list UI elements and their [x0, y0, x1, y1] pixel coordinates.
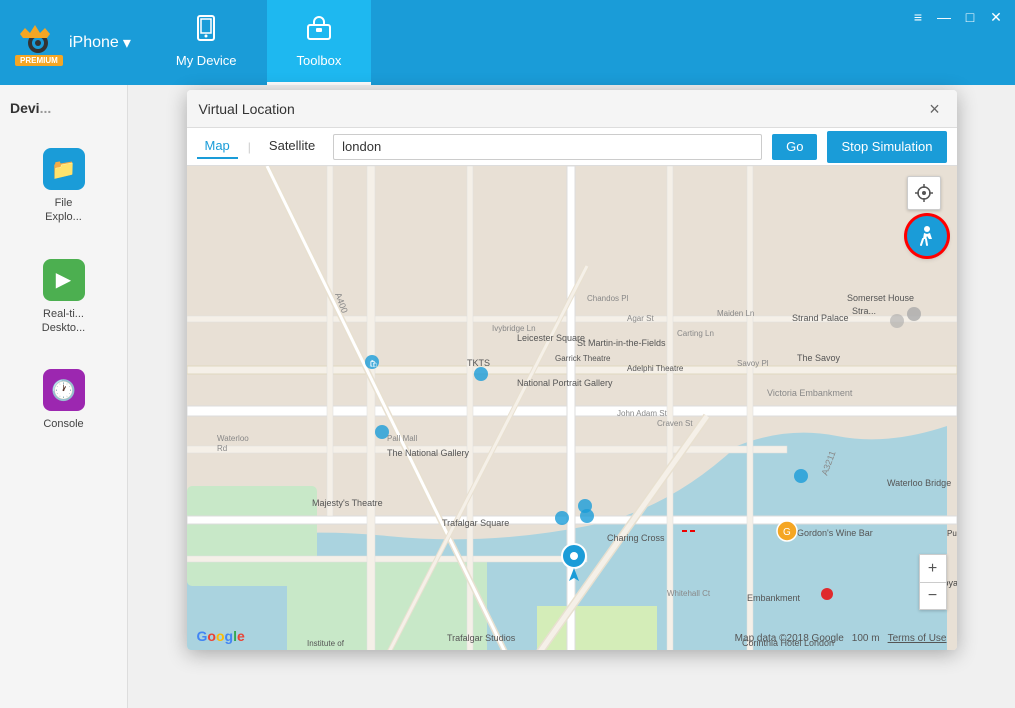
svg-text:Carting Ln: Carting Ln: [677, 329, 714, 338]
stop-simulation-button[interactable]: Stop Simulation: [827, 131, 946, 163]
app-logo[interactable]: Premium iPhone ▾: [0, 0, 146, 85]
file-explorer-icon: 📁: [43, 148, 85, 190]
modal-header: Virtual Location ×: [187, 90, 957, 128]
tab-map[interactable]: Map: [197, 134, 238, 159]
svg-text:Trafalgar Studios: Trafalgar Studios: [447, 633, 516, 643]
svg-text:🛍: 🛍: [369, 359, 378, 368]
toolbox-icon: [305, 14, 333, 48]
terms-link[interactable]: Terms of Use: [888, 633, 947, 644]
tab-separator: |: [248, 140, 251, 154]
sidebar-item-console[interactable]: 🕐 Console: [6, 357, 121, 443]
console-icon: 🕐: [43, 369, 85, 411]
search-input[interactable]: [333, 134, 762, 160]
zoom-controls: + −: [919, 554, 947, 610]
premium-badge: Premium: [15, 55, 63, 66]
scale-label: 100 m: [852, 633, 880, 644]
nav-my-device-label: My Device: [176, 53, 237, 68]
svg-text:Savoy Pl: Savoy Pl: [737, 359, 769, 368]
tab-satellite[interactable]: Satellite: [261, 134, 323, 159]
walk-mode-button[interactable]: [907, 216, 947, 256]
minimize-button[interactable]: —: [935, 8, 953, 26]
menu-button[interactable]: ≡: [909, 8, 927, 26]
sidebar-title: Devi...: [0, 100, 127, 126]
svg-text:Leicester Square: Leicester Square: [517, 333, 585, 343]
svg-text:The Savoy: The Savoy: [797, 353, 841, 363]
svg-text:Maiden Ln: Maiden Ln: [717, 309, 754, 318]
modal-overlay: Virtual Location × Map | Satellite Go St…: [128, 85, 1015, 708]
maximize-button[interactable]: □: [961, 8, 979, 26]
map-data-text: Map data ©2018 Google: [735, 633, 844, 644]
svg-text:Somerset House: Somerset House: [847, 293, 914, 303]
svg-text:National Portrait Gallery: National Portrait Gallery: [517, 378, 613, 388]
map-area[interactable]: A400 A3211 Waterloo Rd Pall Mall Carting…: [187, 166, 957, 650]
svg-text:Purcell Roo...: Purcell Roo...: [947, 529, 957, 538]
zoom-in-button[interactable]: +: [919, 554, 947, 582]
zoom-out-button[interactable]: −: [919, 582, 947, 610]
svg-text:TKTS: TKTS: [467, 358, 490, 368]
map-attribution: Map data ©2018 Google 100 m Terms of Use: [735, 633, 947, 644]
locate-button[interactable]: [907, 176, 941, 210]
nav-my-device[interactable]: My Device: [146, 0, 267, 85]
virtual-location-modal: Virtual Location × Map | Satellite Go St…: [187, 90, 957, 650]
svg-text:Contemporary Arts: Contemporary Arts: [299, 649, 366, 650]
svg-text:Stra...: Stra...: [852, 306, 876, 316]
svg-text:Pall Mall: Pall Mall: [387, 434, 417, 443]
svg-text:Trafalgar Square: Trafalgar Square: [442, 518, 509, 528]
svg-text:Rd: Rd: [217, 444, 227, 453]
real-time-label: Real-ti...Deskto...: [42, 307, 85, 336]
svg-text:Embankment: Embankment: [747, 593, 801, 603]
modal-close-button[interactable]: ×: [925, 99, 945, 119]
svg-text:Victoria Embankment: Victoria Embankment: [767, 388, 853, 398]
svg-text:Strand Palace: Strand Palace: [792, 313, 849, 323]
svg-text:Agar St: Agar St: [627, 314, 654, 323]
svg-text:Whitehall Ct: Whitehall Ct: [667, 589, 711, 598]
svg-text:Waterloo: Waterloo: [217, 434, 249, 443]
modal-title: Virtual Location: [199, 101, 295, 117]
svg-text:Chandos Pl: Chandos Pl: [587, 294, 629, 303]
svg-text:Adelphi Theatre: Adelphi Theatre: [627, 364, 684, 373]
window-controls: ≡ — □ ✕: [899, 0, 1015, 85]
svg-text:G: G: [783, 527, 791, 538]
go-button[interactable]: Go: [772, 134, 817, 160]
svg-text:Waterloo Bridge: Waterloo Bridge: [887, 478, 951, 488]
console-label: Console: [43, 417, 83, 431]
sidebar: Devi... 📁 FileExplo... ▶ Real-ti...Deskt…: [0, 85, 128, 708]
file-explorer-label: FileExplo...: [45, 196, 82, 225]
device-name[interactable]: iPhone ▾: [69, 33, 131, 53]
sidebar-item-file-explorer[interactable]: 📁 FileExplo...: [6, 136, 121, 237]
svg-text:Majesty's Theatre: Majesty's Theatre: [312, 498, 383, 508]
title-bar: Premium iPhone ▾ My Device Toolbox: [0, 0, 1015, 85]
svg-text:Craven St: Craven St: [657, 419, 693, 428]
svg-text:St Martin-in-the-Fields: St Martin-in-the-Fields: [577, 338, 666, 348]
main-content: Virtual Location × Map | Satellite Go St…: [128, 85, 1015, 708]
close-button[interactable]: ✕: [987, 8, 1005, 26]
map-toolbar: Map | Satellite Go Stop Simulation: [187, 128, 957, 166]
svg-text:Garrick Theatre: Garrick Theatre: [555, 354, 611, 363]
svg-text:Institute of: Institute of: [307, 639, 345, 648]
svg-text:Ivybridge Ln: Ivybridge Ln: [492, 324, 536, 333]
nav-toolbox-label: Toolbox: [297, 53, 342, 68]
svg-text:Charing Cross: Charing Cross: [607, 533, 665, 543]
sidebar-item-real-time[interactable]: ▶ Real-ti...Deskto...: [6, 247, 121, 348]
real-time-icon: ▶: [43, 259, 85, 301]
svg-text:John Adam St: John Adam St: [617, 409, 668, 418]
google-attribution: Google: [197, 628, 245, 644]
logo-icon: Premium: [15, 20, 61, 66]
nav-toolbox[interactable]: Toolbox: [267, 0, 372, 85]
my-device-icon: [192, 14, 220, 48]
svg-text:The National Gallery: The National Gallery: [387, 448, 470, 458]
svg-text:Gordon's Wine Bar: Gordon's Wine Bar: [797, 528, 873, 538]
